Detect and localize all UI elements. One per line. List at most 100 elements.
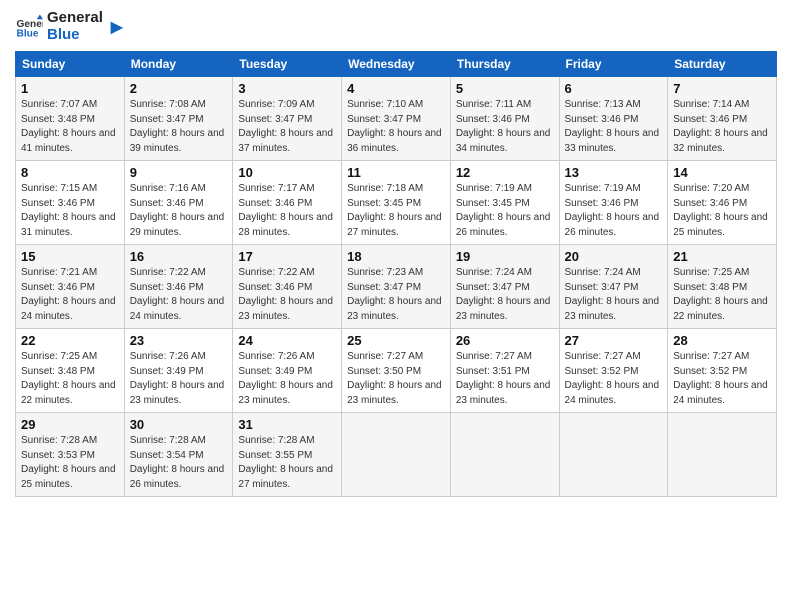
calendar-cell (559, 413, 668, 497)
day-info: Sunrise: 7:20 AMSunset: 3:46 PMDaylight:… (673, 182, 771, 240)
day-number: 15 (21, 249, 119, 264)
calendar-cell: 13 Sunrise: 7:19 AMSunset: 3:46 PMDaylig… (559, 161, 668, 245)
day-number: 7 (673, 81, 771, 96)
day-number: 12 (456, 165, 554, 180)
day-number: 8 (21, 165, 119, 180)
day-number: 28 (673, 333, 771, 348)
day-number: 3 (238, 81, 336, 96)
calendar-cell: 17 Sunrise: 7:22 AMSunset: 3:46 PMDaylig… (233, 245, 342, 329)
calendar-cell: 19 Sunrise: 7:24 AMSunset: 3:47 PMDaylig… (450, 245, 559, 329)
day-info: Sunrise: 7:21 AMSunset: 3:46 PMDaylight:… (21, 266, 119, 324)
day-info: Sunrise: 7:27 AMSunset: 3:52 PMDaylight:… (565, 350, 663, 408)
calendar-cell: 27 Sunrise: 7:27 AMSunset: 3:52 PMDaylig… (559, 329, 668, 413)
page-header: General Blue General Blue (15, 10, 777, 43)
calendar-cell: 25 Sunrise: 7:27 AMSunset: 3:50 PMDaylig… (342, 329, 451, 413)
calendar-cell: 18 Sunrise: 7:23 AMSunset: 3:47 PMDaylig… (342, 245, 451, 329)
day-info: Sunrise: 7:27 AMSunset: 3:50 PMDaylight:… (347, 350, 445, 408)
logo: General Blue General Blue (15, 10, 125, 43)
calendar-cell: 4 Sunrise: 7:10 AMSunset: 3:47 PMDayligh… (342, 77, 451, 161)
day-number: 25 (347, 333, 445, 348)
calendar-cell: 22 Sunrise: 7:25 AMSunset: 3:48 PMDaylig… (16, 329, 125, 413)
calendar-cell: 2 Sunrise: 7:08 AMSunset: 3:47 PMDayligh… (124, 77, 233, 161)
day-info: Sunrise: 7:09 AMSunset: 3:47 PMDaylight:… (238, 98, 336, 156)
day-number: 27 (565, 333, 663, 348)
day-info: Sunrise: 7:24 AMSunset: 3:47 PMDaylight:… (456, 266, 554, 324)
day-info: Sunrise: 7:07 AMSunset: 3:48 PMDaylight:… (21, 98, 119, 156)
week-row-4: 22 Sunrise: 7:25 AMSunset: 3:48 PMDaylig… (16, 329, 777, 413)
day-number: 2 (130, 81, 228, 96)
calendar-page: General Blue General Blue SundayMondayTu… (0, 0, 792, 612)
day-info: Sunrise: 7:14 AMSunset: 3:46 PMDaylight:… (673, 98, 771, 156)
weekday-header-friday: Friday (559, 52, 668, 77)
calendar-cell: 23 Sunrise: 7:26 AMSunset: 3:49 PMDaylig… (124, 329, 233, 413)
day-number: 10 (238, 165, 336, 180)
day-info: Sunrise: 7:23 AMSunset: 3:47 PMDaylight:… (347, 266, 445, 324)
day-info: Sunrise: 7:19 AMSunset: 3:45 PMDaylight:… (456, 182, 554, 240)
weekday-header-row: SundayMondayTuesdayWednesdayThursdayFrid… (16, 52, 777, 77)
day-number: 23 (130, 333, 228, 348)
calendar-cell: 5 Sunrise: 7:11 AMSunset: 3:46 PMDayligh… (450, 77, 559, 161)
weekday-header-wednesday: Wednesday (342, 52, 451, 77)
day-number: 24 (238, 333, 336, 348)
day-number: 4 (347, 81, 445, 96)
calendar-cell: 20 Sunrise: 7:24 AMSunset: 3:47 PMDaylig… (559, 245, 668, 329)
day-info: Sunrise: 7:28 AMSunset: 3:55 PMDaylight:… (238, 434, 336, 492)
day-info: Sunrise: 7:15 AMSunset: 3:46 PMDaylight:… (21, 182, 119, 240)
day-info: Sunrise: 7:22 AMSunset: 3:46 PMDaylight:… (238, 266, 336, 324)
calendar-cell: 29 Sunrise: 7:28 AMSunset: 3:53 PMDaylig… (16, 413, 125, 497)
day-info: Sunrise: 7:19 AMSunset: 3:46 PMDaylight:… (565, 182, 663, 240)
day-number: 22 (21, 333, 119, 348)
day-info: Sunrise: 7:25 AMSunset: 3:48 PMDaylight:… (21, 350, 119, 408)
day-info: Sunrise: 7:18 AMSunset: 3:45 PMDaylight:… (347, 182, 445, 240)
week-row-2: 8 Sunrise: 7:15 AMSunset: 3:46 PMDayligh… (16, 161, 777, 245)
weekday-header-tuesday: Tuesday (233, 52, 342, 77)
calendar-cell: 12 Sunrise: 7:19 AMSunset: 3:45 PMDaylig… (450, 161, 559, 245)
day-info: Sunrise: 7:28 AMSunset: 3:54 PMDaylight:… (130, 434, 228, 492)
calendar-cell (668, 413, 777, 497)
logo-text-blue: Blue (47, 27, 103, 44)
day-number: 29 (21, 417, 119, 432)
calendar-cell: 26 Sunrise: 7:27 AMSunset: 3:51 PMDaylig… (450, 329, 559, 413)
logo-icon: General Blue (15, 13, 43, 41)
day-number: 26 (456, 333, 554, 348)
day-info: Sunrise: 7:27 AMSunset: 3:51 PMDaylight:… (456, 350, 554, 408)
day-info: Sunrise: 7:25 AMSunset: 3:48 PMDaylight:… (673, 266, 771, 324)
weekday-header-saturday: Saturday (668, 52, 777, 77)
calendar-cell: 24 Sunrise: 7:26 AMSunset: 3:49 PMDaylig… (233, 329, 342, 413)
day-number: 20 (565, 249, 663, 264)
day-info: Sunrise: 7:13 AMSunset: 3:46 PMDaylight:… (565, 98, 663, 156)
day-number: 14 (673, 165, 771, 180)
calendar-cell: 15 Sunrise: 7:21 AMSunset: 3:46 PMDaylig… (16, 245, 125, 329)
calendar-cell: 10 Sunrise: 7:17 AMSunset: 3:46 PMDaylig… (233, 161, 342, 245)
day-number: 16 (130, 249, 228, 264)
calendar-cell: 21 Sunrise: 7:25 AMSunset: 3:48 PMDaylig… (668, 245, 777, 329)
day-number: 13 (565, 165, 663, 180)
calendar-cell: 28 Sunrise: 7:27 AMSunset: 3:52 PMDaylig… (668, 329, 777, 413)
day-number: 30 (130, 417, 228, 432)
day-info: Sunrise: 7:26 AMSunset: 3:49 PMDaylight:… (238, 350, 336, 408)
day-number: 31 (238, 417, 336, 432)
day-info: Sunrise: 7:16 AMSunset: 3:46 PMDaylight:… (130, 182, 228, 240)
calendar-cell: 30 Sunrise: 7:28 AMSunset: 3:54 PMDaylig… (124, 413, 233, 497)
day-info: Sunrise: 7:11 AMSunset: 3:46 PMDaylight:… (456, 98, 554, 156)
calendar-cell: 1 Sunrise: 7:07 AMSunset: 3:48 PMDayligh… (16, 77, 125, 161)
day-info: Sunrise: 7:26 AMSunset: 3:49 PMDaylight:… (130, 350, 228, 408)
calendar-cell: 3 Sunrise: 7:09 AMSunset: 3:47 PMDayligh… (233, 77, 342, 161)
calendar-cell: 8 Sunrise: 7:15 AMSunset: 3:46 PMDayligh… (16, 161, 125, 245)
day-info: Sunrise: 7:24 AMSunset: 3:47 PMDaylight:… (565, 266, 663, 324)
calendar-table: SundayMondayTuesdayWednesdayThursdayFrid… (15, 51, 777, 497)
weekday-header-thursday: Thursday (450, 52, 559, 77)
day-number: 1 (21, 81, 119, 96)
day-number: 5 (456, 81, 554, 96)
calendar-cell: 31 Sunrise: 7:28 AMSunset: 3:55 PMDaylig… (233, 413, 342, 497)
logo-text-general: General (47, 10, 103, 27)
calendar-cell: 9 Sunrise: 7:16 AMSunset: 3:46 PMDayligh… (124, 161, 233, 245)
calendar-cell (450, 413, 559, 497)
day-number: 21 (673, 249, 771, 264)
day-info: Sunrise: 7:22 AMSunset: 3:46 PMDaylight:… (130, 266, 228, 324)
day-number: 18 (347, 249, 445, 264)
calendar-cell: 16 Sunrise: 7:22 AMSunset: 3:46 PMDaylig… (124, 245, 233, 329)
calendar-cell: 11 Sunrise: 7:18 AMSunset: 3:45 PMDaylig… (342, 161, 451, 245)
day-number: 17 (238, 249, 336, 264)
svg-text:Blue: Blue (17, 28, 39, 39)
